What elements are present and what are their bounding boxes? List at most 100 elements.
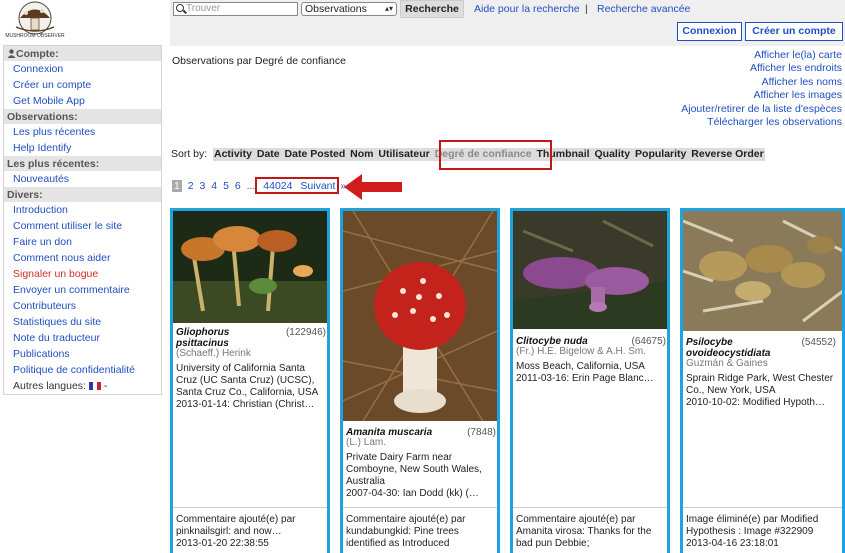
sidebar-item-translator-note[interactable]: Note du traducteur <box>4 330 161 346</box>
sidebar-item-privacy[interactable]: Politique de confidentialité <box>4 362 161 378</box>
top-bar: Trouver Observations ▴▾ Recherche Aide p… <box>170 0 845 46</box>
sidebar-item-contributors[interactable]: Contributeurs <box>4 298 161 314</box>
comment-text[interactable]: Commentaire ajouté(e) par Amanita virosa… <box>516 514 666 550</box>
sidebar-item-report-bug[interactable]: Signaler un bogue <box>4 266 161 282</box>
show-names-link[interactable]: Afficher les noms <box>681 76 842 89</box>
show-locations-link[interactable]: Afficher les endroits <box>681 62 842 75</box>
card-info: Clitocybe nuda (64675) (Fr.) H.E. Bigelo… <box>516 336 666 385</box>
comment-text[interactable]: Image éliminé(e) par Modified Hypothesis… <box>686 514 836 538</box>
page-link[interactable]: 6 <box>235 180 241 192</box>
observation-location[interactable]: University of California Santa Cruz (UC … <box>176 363 326 399</box>
pagination-highlight-box <box>255 177 339 194</box>
sidebar-item-news[interactable]: Nouveautés <box>4 171 161 187</box>
observation-location[interactable]: Moss Beach, California, USA <box>516 361 666 373</box>
latest-comment: Commentaire ajouté(e) par Amanita virosa… <box>516 514 666 550</box>
page-link[interactable]: 5 <box>223 180 229 192</box>
observation-id[interactable]: (54552) <box>802 337 836 348</box>
show-images-link[interactable]: Afficher les images <box>681 89 842 102</box>
observation-card[interactable]: Psilocybe ovoideocystidiata (54552) Guzm… <box>680 208 845 553</box>
observation-id[interactable]: (122946) <box>286 327 326 338</box>
page-link[interactable]: 4 <box>211 180 217 192</box>
observation-date-user[interactable]: 2007-04-30: Ian Dodd (kk) (… <box>346 488 496 500</box>
sort-highlight-box <box>439 140 552 170</box>
comment-timestamp: 2013-04-16 23:18:01 <box>686 538 779 549</box>
sort-popularity[interactable]: Popularity <box>634 148 687 161</box>
observation-photo[interactable] <box>513 211 667 329</box>
observation-card[interactable]: Clitocybe nuda (64675) (Fr.) H.E. Bigelo… <box>510 208 670 553</box>
search-type-select[interactable]: Observations ▴▾ <box>301 2 397 16</box>
download-observations-link[interactable]: Télécharger les observations <box>681 116 842 129</box>
latest-comment: Image éliminé(e) par Modified Hypothesis… <box>686 514 836 550</box>
observation-date-user[interactable]: 2013-01-14: Christian (Christ… <box>176 399 326 411</box>
sidebar-item-introduction[interactable]: Introduction <box>4 202 161 218</box>
card-divider <box>343 507 497 508</box>
sidebar-item-send-comment[interactable]: Envoyer un commentaire <box>4 282 161 298</box>
observation-card[interactable]: Amanita muscaria (7848) (L.) Lam. Privat… <box>340 208 500 553</box>
observation-photo[interactable] <box>173 211 327 323</box>
signup-button[interactable]: Créer un compte <box>745 22 843 41</box>
observation-id[interactable]: (64675) <box>632 336 666 347</box>
comment-text[interactable]: Commentaire ajouté(e) par pinknailsgirl:… <box>176 514 326 538</box>
sort-name[interactable]: Nom <box>349 148 374 161</box>
comment-timestamp: 2013-01-20 22:38:55 <box>176 538 269 549</box>
species-list-link[interactable]: Ajouter/retirer de la liste d'espèces <box>681 103 842 116</box>
sort-date-posted[interactable]: Date Posted <box>284 148 347 161</box>
sidebar-item-site-stats[interactable]: Statistiques du site <box>4 314 161 330</box>
species-name[interactable]: Gliophorus psittacinus <box>176 327 281 349</box>
observation-photo[interactable] <box>343 211 497 421</box>
card-divider <box>173 507 327 508</box>
card-info: Gliophorus psittacinus (122946) (Schaeff… <box>176 327 326 411</box>
sidebar-item-languages: Autres langues: - <box>13 380 108 392</box>
search-help-link[interactable]: Aide pour la recherche <box>474 3 580 15</box>
advanced-search-link[interactable]: Recherche avancée <box>597 3 690 15</box>
sidebar-item-create-account[interactable]: Créer un compte <box>4 77 161 93</box>
page-link[interactable]: 2 <box>188 180 194 192</box>
sidebar-item-how-to-use[interactable]: Comment utiliser le site <box>4 218 161 234</box>
select-arrows-icon: ▴▾ <box>384 4 393 13</box>
action-links: Afficher le(la) carte Afficher les endro… <box>681 49 842 129</box>
sidebar-item-donate[interactable]: Faire un don <box>4 234 161 250</box>
user-icon <box>7 49 16 58</box>
observation-date-user[interactable]: 2010-10-02: Modified Hypoth… <box>686 397 836 409</box>
species-name[interactable]: Amanita muscaria <box>346 427 432 438</box>
sort-activity[interactable]: Activity <box>213 148 253 161</box>
sidebar-heading-misc: Divers: <box>4 187 161 202</box>
search-button[interactable]: Recherche <box>400 0 464 18</box>
page-title: Observations par Degré de confiance <box>172 55 346 67</box>
species-name[interactable]: Psilocybe ovoideocystidiata <box>686 337 791 359</box>
species-author: (Schaeff.) Herink <box>176 348 251 359</box>
sidebar-item-latest[interactable]: Les plus récentes <box>4 124 161 140</box>
logo-text: MUSHROOM OBSERVER <box>5 33 65 39</box>
sidebar: Compte: Connexion Créer un compte Get Mo… <box>3 45 162 395</box>
sort-reverse-order[interactable]: Reverse Order <box>690 148 764 161</box>
sort-date[interactable]: Date <box>256 148 281 161</box>
search-input[interactable]: Trouver <box>173 2 298 16</box>
sidebar-item-help-identify[interactable]: Help Identify <box>4 140 161 156</box>
latest-comment: Commentaire ajouté(e) par kundabungkid: … <box>346 514 496 550</box>
sort-quality[interactable]: Quality <box>594 148 632 161</box>
site-logo[interactable]: MUSHROOM OBSERVER <box>2 1 68 41</box>
observation-location[interactable]: Sprain Ridge Park, West Chester Co., New… <box>686 373 836 397</box>
sort-user[interactable]: Utilisateur <box>377 148 430 161</box>
comment-text[interactable]: Commentaire ajouté(e) par kundabungkid: … <box>346 514 496 550</box>
observation-card[interactable]: Gliophorus psittacinus (122946) (Schaeff… <box>170 208 330 553</box>
species-name[interactable]: Clitocybe nuda <box>516 336 588 347</box>
sidebar-item-publications[interactable]: Publications <box>4 346 161 362</box>
sort-label: Sort by: <box>171 148 208 160</box>
page-link[interactable]: 3 <box>200 180 206 192</box>
sidebar-item-mobile-app[interactable]: Get Mobile App <box>4 93 161 109</box>
observation-location[interactable]: Private Dairy Farm near Comboyne, New So… <box>346 452 496 488</box>
show-map-link[interactable]: Afficher le(la) carte <box>681 49 842 62</box>
species-author: (Fr.) H.E. Bigelow & A.H. Sm. <box>516 346 647 357</box>
species-author: Guzmán & Gaines <box>686 358 768 369</box>
observation-id[interactable]: (7848) <box>467 427 496 438</box>
sidebar-heading-recent: Les plus récentes: <box>4 156 161 171</box>
observation-date-user[interactable]: 2011-03-16: Erin Page Blanc… <box>516 373 666 385</box>
sidebar-item-login[interactable]: Connexion <box>4 61 161 77</box>
card-info: Amanita muscaria (7848) (L.) Lam. Privat… <box>346 427 496 500</box>
sidebar-item-how-to-help[interactable]: Comment nous aider <box>4 250 161 266</box>
login-button[interactable]: Connexion <box>677 22 742 41</box>
search-placeholder: Trouver <box>186 3 221 14</box>
observation-photo[interactable] <box>683 211 843 331</box>
french-flag-icon[interactable] <box>88 382 101 391</box>
